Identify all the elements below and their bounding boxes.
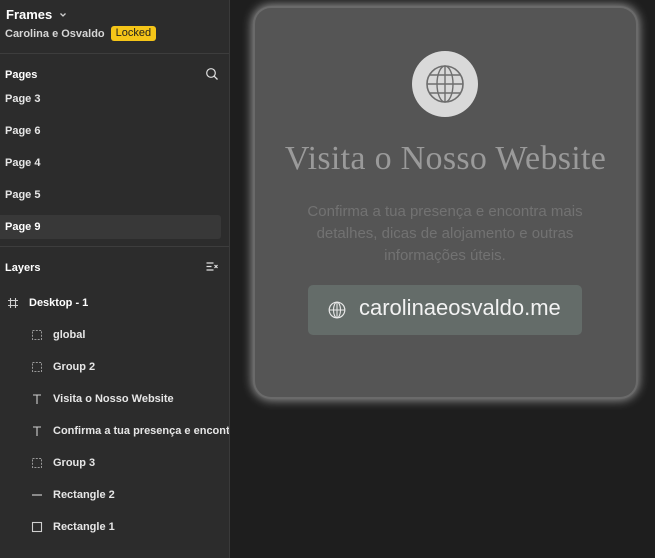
page-item-page-4[interactable]: Page 4 <box>0 151 221 175</box>
text-icon <box>33 426 41 436</box>
text-icon <box>33 394 41 404</box>
page-item-page-6[interactable]: Page 6 <box>0 119 221 143</box>
page-item-page-3[interactable]: Page 3 <box>0 87 221 111</box>
globe-icon <box>426 65 464 103</box>
layer-visita-text[interactable]: Visita o Nosso Website <box>0 387 229 411</box>
globe-badge <box>412 51 478 117</box>
layer-label: global <box>53 329 86 341</box>
file-menu-toggle[interactable]: Frames <box>6 7 68 22</box>
pages-heading: Pages <box>5 67 219 81</box>
chevron-down-icon <box>60 12 67 17</box>
page-item-label: Page 5 <box>5 189 41 201</box>
left-sidebar: Frames Carolina e Osvaldo Locked Pages P… <box>0 0 230 558</box>
group-icon <box>32 330 42 340</box>
layer-desktop-1[interactable]: Desktop - 1 <box>0 291 229 315</box>
website-link-button[interactable]: carolinaeosvaldo.me <box>308 285 582 335</box>
group-icon <box>32 362 42 372</box>
website-link-label: carolinaeosvaldo.me <box>359 295 561 320</box>
layer-label: Group 3 <box>53 457 96 469</box>
file-header: Frames Carolina e Osvaldo Locked <box>0 0 229 54</box>
group-icon <box>32 458 42 468</box>
design-canvas[interactable]: Visita o Nosso Website Confirma a tua pr… <box>231 0 655 558</box>
frame-icon <box>8 298 18 308</box>
page-item-page-5[interactable]: Page 5 <box>0 183 221 207</box>
rectangle-icon <box>31 521 43 533</box>
page-item-label: Page 6 <box>5 125 41 137</box>
layer-label: Group 2 <box>53 361 96 373</box>
project-row: Carolina e Osvaldo Locked <box>5 26 157 41</box>
page-item-label: Page 3 <box>5 93 41 105</box>
layer-label: Desktop - 1 <box>29 297 89 309</box>
search-icon[interactable] <box>205 67 219 81</box>
page-item-page-9[interactable]: Page 9 <box>0 215 221 239</box>
layers-heading: Layers <box>5 262 219 274</box>
layer-label: Rectangle 1 <box>53 521 115 533</box>
pages-heading-label: Pages <box>5 69 38 81</box>
page-item-label: Page 4 <box>5 157 41 169</box>
layer-global[interactable]: global <box>0 323 229 347</box>
layer-group-2[interactable]: Group 2 <box>0 355 229 379</box>
project-name: Carolina e Osvaldo <box>5 27 105 40</box>
layer-rectangle-1[interactable]: Rectangle 1 <box>0 515 229 539</box>
layer-rectangle-2[interactable]: Rectangle 2 <box>0 483 229 507</box>
app-title: Frames <box>6 7 53 22</box>
card-body-text: Confirma a tua presença e encontra mais … <box>307 203 583 264</box>
layer-group-3[interactable]: Group 3 <box>0 451 229 475</box>
collapse-layers-icon[interactable] <box>205 260 219 274</box>
layer-confirma-text[interactable]: Confirma a tua presença e encontra mais … <box>0 419 229 443</box>
layer-label: Rectangle 2 <box>53 489 115 501</box>
desktop-1-frame[interactable]: Visita o Nosso Website Confirma a tua pr… <box>255 8 636 397</box>
page-item-label: Page 9 <box>5 221 41 233</box>
line-icon <box>32 494 42 496</box>
layer-label: Visita o Nosso Website <box>53 393 174 405</box>
section-divider <box>0 246 229 247</box>
layers-heading-label: Layers <box>5 262 41 274</box>
globe-icon <box>328 301 346 319</box>
locked-badge: Locked <box>110 26 157 41</box>
card-title: Visita o Nosso Website <box>284 140 607 177</box>
layer-label: Confirma a tua presença e encontra mais … <box>53 425 229 437</box>
